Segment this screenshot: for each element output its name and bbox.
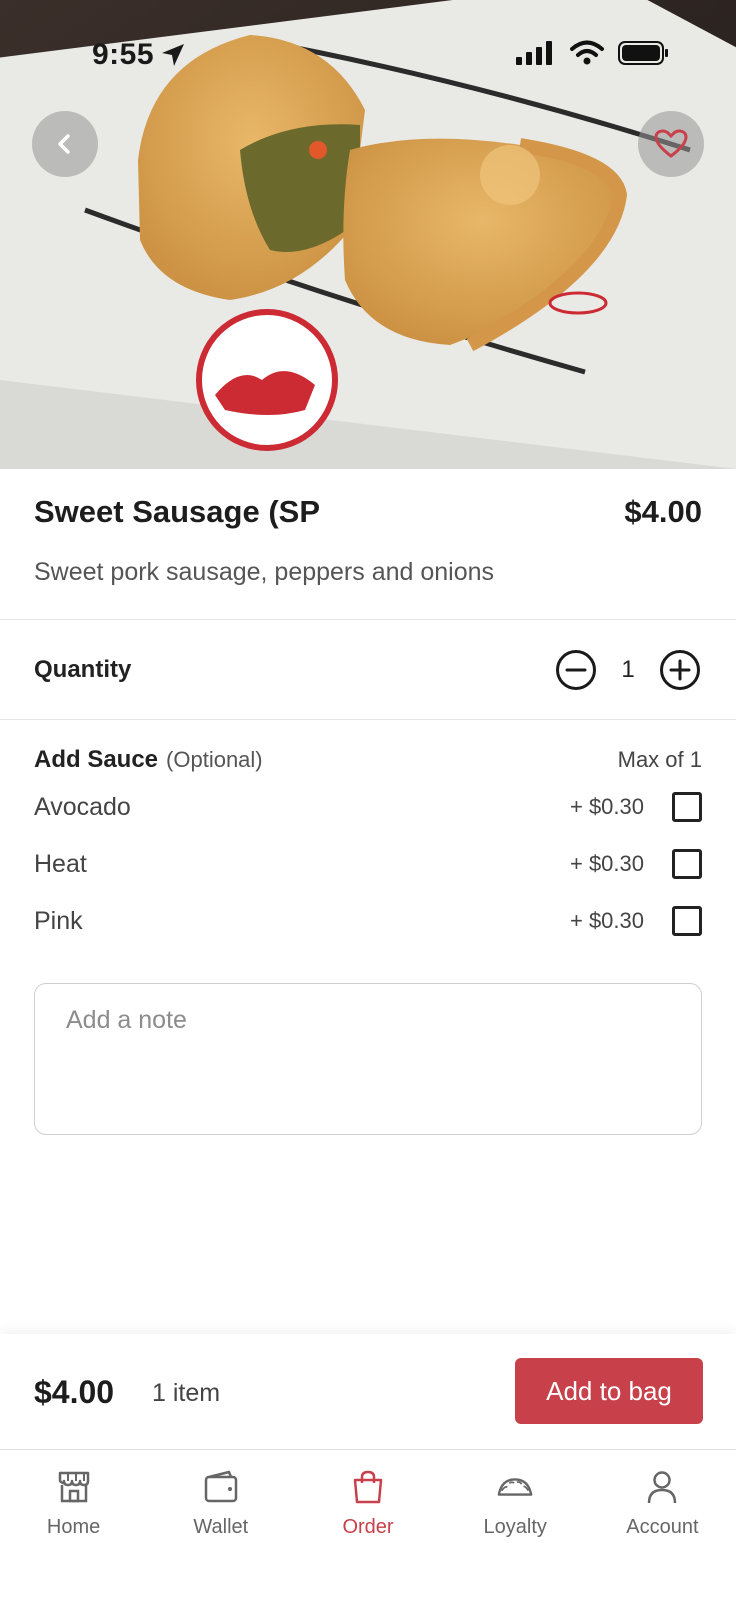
sauce-option-heat[interactable]: Heat + $0.30	[34, 844, 702, 884]
option-checkbox[interactable]	[672, 792, 702, 822]
plus-circle-icon	[660, 650, 700, 690]
store-icon	[58, 1471, 89, 1503]
person-icon	[648, 1471, 677, 1504]
tab-label: Order	[342, 1516, 394, 1538]
tab-label: Home	[46, 1516, 101, 1538]
status-icons	[516, 40, 670, 66]
sauce-title: Add Sauce	[34, 746, 159, 773]
quantity-value: 1	[621, 656, 635, 683]
option-price: + $0.30	[569, 851, 644, 876]
sauce-option-pink[interactable]: Pink + $0.30	[34, 901, 702, 941]
item-price: $4.00	[624, 494, 702, 529]
option-name: Avocado	[34, 792, 131, 821]
status-bar: 9:55	[0, 0, 736, 100]
wallet-icon	[204, 1470, 238, 1503]
battery-icon	[618, 41, 668, 65]
signal-icon	[516, 41, 552, 65]
sauce-option-avocado[interactable]: Avocado + $0.30	[34, 787, 702, 827]
tab-label: Loyalty	[483, 1516, 547, 1538]
minus-circle-icon	[556, 650, 596, 690]
add-to-bag-button[interactable]: Add to bag	[515, 1358, 703, 1424]
empanada-icon	[497, 1478, 533, 1496]
option-name: Pink	[34, 906, 83, 935]
increase-quantity-button[interactable]	[658, 648, 702, 692]
tab-label: Wallet	[193, 1516, 249, 1538]
chevron-left-icon	[58, 134, 70, 154]
divider	[0, 719, 736, 720]
bag-item-count: 1 item	[152, 1379, 221, 1407]
divider	[0, 619, 736, 620]
heart-icon	[654, 129, 688, 158]
tab-label: Account	[626, 1516, 699, 1538]
note-input[interactable]	[34, 983, 702, 1135]
location-arrow-icon	[162, 44, 184, 66]
sauce-header: Add Sauce (Optional) Max of 1	[34, 746, 702, 774]
quantity-label: Quantity	[34, 656, 132, 683]
back-button[interactable]	[32, 111, 98, 177]
bag-total: $4.00	[34, 1374, 115, 1410]
tab-home[interactable]: Home	[0, 1450, 147, 1600]
tab-order[interactable]: Order	[294, 1450, 441, 1600]
sauce-optional-label: (Optional)	[166, 747, 263, 772]
option-price: + $0.30	[569, 794, 644, 819]
option-checkbox[interactable]	[672, 906, 702, 936]
quantity-stepper: 1	[554, 648, 702, 692]
tab-account[interactable]: Account	[589, 1450, 736, 1600]
quantity-row: Quantity 1	[34, 645, 702, 695]
item-title-row: Sweet Sausage (SP $4.00	[34, 490, 702, 534]
sauce-max-label: Max of 1	[617, 747, 702, 772]
bag-icon	[353, 1470, 383, 1504]
status-time: 9:55	[92, 38, 155, 71]
bag-bar: $4.00 1 item Add to bag	[0, 1334, 736, 1449]
item-description: Sweet pork sausage, peppers and onions	[34, 558, 495, 586]
tab-bar: Home Wallet Order Loyalty Account	[0, 1449, 736, 1600]
option-price: + $0.30	[569, 908, 644, 933]
option-name: Heat	[34, 849, 87, 878]
wifi-icon	[570, 40, 604, 65]
tab-wallet[interactable]: Wallet	[147, 1450, 294, 1600]
decrease-quantity-button[interactable]	[554, 648, 598, 692]
option-checkbox[interactable]	[672, 849, 702, 879]
favorite-button[interactable]	[638, 111, 704, 177]
item-title: Sweet Sausage (SP	[34, 494, 321, 529]
tab-loyalty[interactable]: Loyalty	[442, 1450, 589, 1600]
